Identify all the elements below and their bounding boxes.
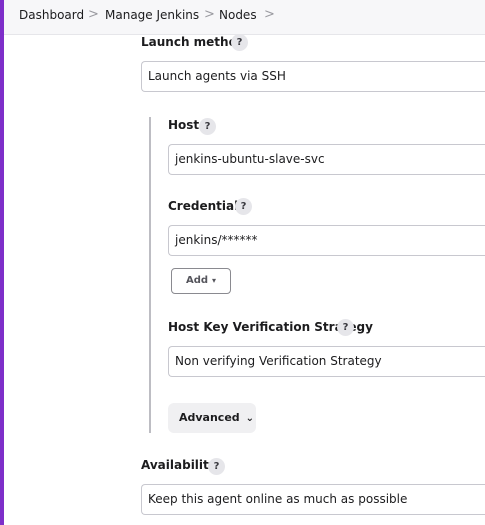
advanced-button[interactable]: Advanced ⌄ <box>168 403 256 433</box>
launch-method-select[interactable]: Launch agents via SSH <box>141 61 485 92</box>
host-key-strategy-select[interactable]: Non verifying Verification Strategy <box>168 346 485 377</box>
chevron-down-icon: ⌄ <box>245 413 255 424</box>
availability-select[interactable]: Keep this agent online as much as possib… <box>141 484 485 515</box>
caret-down-icon: ▾ <box>212 276 217 285</box>
credentials-label: Credentials <box>168 199 246 213</box>
breadcrumb-dashboard[interactable]: Dashboard <box>19 8 84 22</box>
launch-method-label: Launch method <box>141 35 246 49</box>
breadcrumb-separator-icon: > <box>264 7 275 22</box>
breadcrumb-separator-icon: > <box>88 7 99 22</box>
host-help-icon[interactable]: ? <box>199 118 216 135</box>
breadcrumb-manage-jenkins[interactable]: Manage Jenkins <box>105 8 199 22</box>
host-key-help-icon[interactable]: ? <box>337 319 354 336</box>
availability-help-icon[interactable]: ? <box>208 458 225 475</box>
credentials-select[interactable]: jenkins/****** <box>168 225 485 256</box>
host-label: Host <box>168 118 200 132</box>
availability-label: Availability <box>141 458 217 472</box>
launch-method-help-icon[interactable]: ? <box>231 34 248 51</box>
breadcrumb-separator-icon: > <box>204 7 215 22</box>
breadcrumb-nodes[interactable]: Nodes <box>219 8 257 22</box>
add-credentials-button[interactable]: Add ▾ <box>171 268 231 294</box>
left-accent-bar <box>0 0 4 525</box>
host-input[interactable]: jenkins-ubuntu-slave-svc <box>168 144 485 175</box>
advanced-button-label: Advanced <box>179 411 240 424</box>
credentials-help-icon[interactable]: ? <box>235 198 252 215</box>
nested-section-line <box>149 117 151 433</box>
add-button-label: Add <box>185 275 209 286</box>
breadcrumb: Dashboard > Manage Jenkins > Nodes > <box>4 0 485 35</box>
